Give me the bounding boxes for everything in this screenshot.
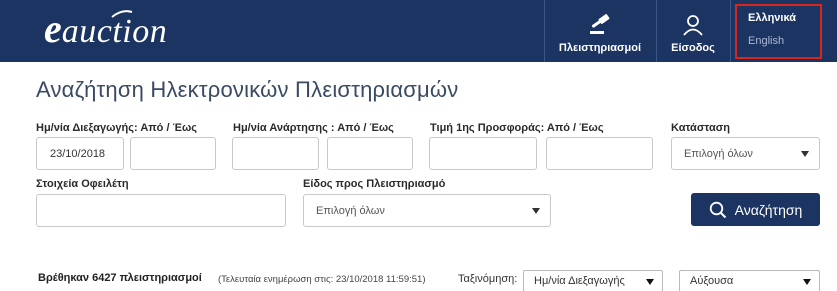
nav-login[interactable]: Είσοδος <box>657 0 729 62</box>
item-type-select-value: Επιλογή όλων <box>316 204 385 217</box>
language-greek[interactable]: Ελληνικά <box>748 12 820 25</box>
first-bid-to-field[interactable] <box>546 137 653 170</box>
chevron-down-icon <box>646 279 654 285</box>
debtor-field[interactable] <box>36 194 286 227</box>
header-divider <box>730 0 731 62</box>
conduct-date-from-field[interactable]: 23/10/2018 <box>36 137 124 170</box>
results-count: Βρέθηκαν 6427 πλειστηριασμοί <box>38 272 202 284</box>
status-select[interactable]: Επιλογή όλων <box>671 137 820 170</box>
post-date-from-field[interactable] <box>232 137 319 170</box>
debtor-label: Στοιχεία Οφειλέτη <box>36 178 129 190</box>
item-type-select[interactable]: Επιλογή όλων <box>303 194 551 227</box>
language-switcher: Ελληνικά English <box>735 4 822 59</box>
post-date-to-field[interactable] <box>327 137 413 170</box>
search-button-label: Αναζήτηση <box>734 201 803 218</box>
nav-auctions-label: Πλειστηριασμοί <box>558 42 642 54</box>
first-bid-label: Τιμή 1ης Προσφοράς: Από / Έως <box>430 122 604 134</box>
conduct-date-label: Ημ/νία Διεξαγωγής: Από / Έως <box>36 122 197 134</box>
post-date-label: Ημ/νία Ανάρτησης : Από / Έως <box>233 122 394 134</box>
search-button[interactable]: Αναζήτηση <box>691 193 820 226</box>
eauction-logo[interactable]: e auction <box>44 6 167 51</box>
status-select-value: Επιλογή όλων <box>684 147 753 160</box>
sort-order-value: Αύξουσα <box>690 275 734 287</box>
conduct-date-to-field[interactable] <box>130 137 216 170</box>
nav-login-label: Είσοδος <box>671 42 715 54</box>
search-icon <box>709 201 726 218</box>
chevron-down-icon <box>532 208 540 214</box>
user-icon <box>683 15 703 36</box>
site-header: e auction Πλειστηριασμοί Είσοδος Ελληνικ… <box>0 0 837 62</box>
page-title: Αναζήτηση Ηλεκτρονικών Πλειστηριασμών <box>36 77 459 102</box>
nav-auctions[interactable]: Πλειστηριασμοί <box>545 0 655 62</box>
chevron-down-icon <box>803 279 811 285</box>
language-english[interactable]: English <box>748 35 820 48</box>
first-bid-from-field[interactable] <box>429 137 537 170</box>
logo-swoosh-icon <box>111 10 133 18</box>
sort-field-select[interactable]: Ημ/νία Διεξαγωγής <box>523 270 663 291</box>
logo-letter-e: e <box>44 6 62 51</box>
sort-order-select[interactable]: Αύξουσα <box>679 270 820 291</box>
status-label: Κατάσταση <box>671 122 730 134</box>
sort-field-value: Ημ/νία Διεξαγωγής <box>534 275 625 287</box>
item-type-label: Είδος προς Πλειστηριασμό <box>303 178 446 190</box>
last-update-text: (Τελευταία ενημέρωση στις: 23/10/2018 11… <box>218 274 426 285</box>
chevron-down-icon <box>801 151 809 157</box>
sort-label: Ταξινόμηση: <box>458 273 518 285</box>
gavel-icon <box>590 14 610 34</box>
